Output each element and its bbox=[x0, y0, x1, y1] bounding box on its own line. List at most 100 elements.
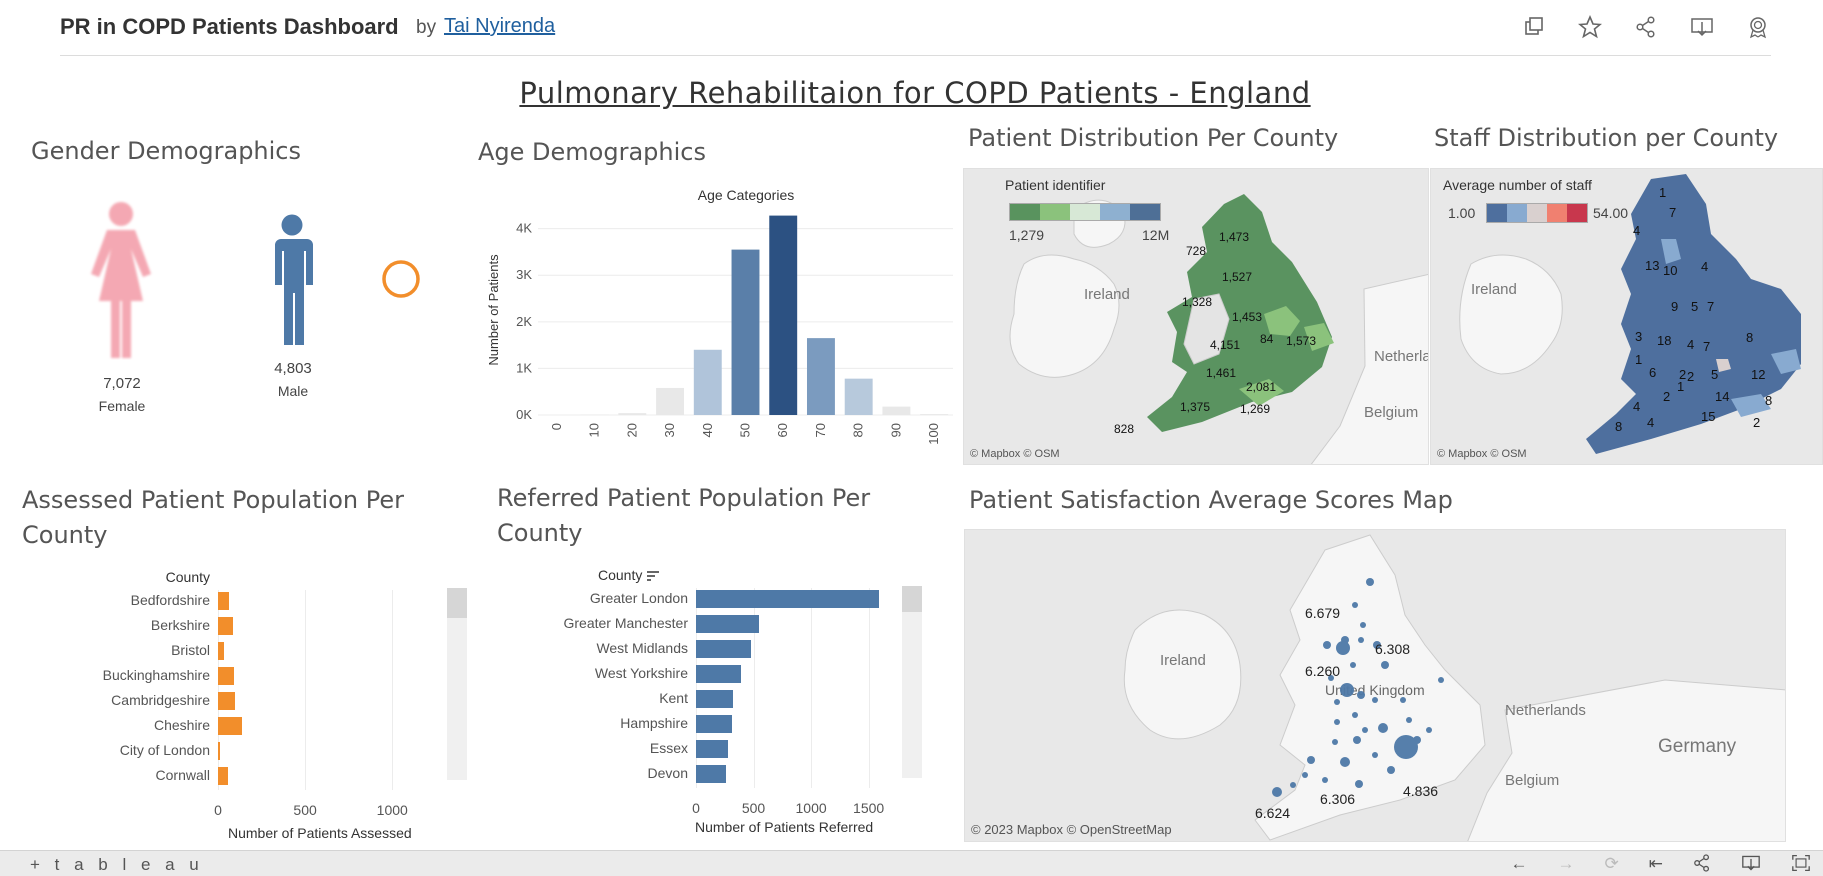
assessed-scroll-thumb[interactable] bbox=[447, 588, 467, 618]
staff-map-value-label: 8 bbox=[1615, 419, 1622, 434]
satisfaction-dot[interactable] bbox=[1378, 723, 1388, 733]
age-bar-60[interactable] bbox=[769, 215, 798, 415]
age-x-tick: 60 bbox=[775, 423, 790, 437]
county-bar[interactable] bbox=[696, 690, 733, 708]
satisfaction-dot[interactable] bbox=[1336, 641, 1350, 655]
age-bar-20[interactable] bbox=[618, 413, 647, 415]
satisfaction-dot[interactable] bbox=[1438, 677, 1444, 683]
satisfaction-dot[interactable] bbox=[1357, 691, 1365, 699]
reset-icon[interactable]: ⇤ bbox=[1649, 854, 1663, 876]
age-y-tick: 1K bbox=[516, 360, 532, 375]
other-gender-circle-icon bbox=[382, 260, 420, 298]
assessed-scrollbar[interactable] bbox=[447, 588, 467, 780]
satisfaction-dot[interactable] bbox=[1360, 622, 1366, 628]
author-link[interactable]: Tai Nyirenda bbox=[444, 15, 555, 38]
sort-icon[interactable] bbox=[646, 570, 660, 582]
share-icon[interactable] bbox=[1633, 14, 1659, 40]
staff-map-value-label: 3 bbox=[1635, 329, 1642, 344]
county-label: Berkshire bbox=[150, 617, 210, 633]
staff-distribution-map[interactable]: Ireland 1 7 4 13 10 4 9 5 7 3 18 4 7 8 1 6 2 2 5 12 14 1 2 8 4 15… bbox=[1430, 168, 1823, 465]
satisfaction-dot[interactable] bbox=[1400, 697, 1406, 703]
satisfaction-dot[interactable] bbox=[1334, 699, 1340, 705]
satisfaction-dot[interactable] bbox=[1352, 602, 1358, 608]
download-footer-icon[interactable] bbox=[1741, 854, 1761, 876]
county-bar[interactable] bbox=[218, 742, 220, 760]
badge-icon[interactable] bbox=[1745, 14, 1771, 40]
satisfaction-dot[interactable] bbox=[1290, 782, 1296, 788]
county-bar[interactable] bbox=[696, 590, 879, 608]
satisfaction-dot[interactable] bbox=[1358, 637, 1364, 643]
satisfaction-dot[interactable] bbox=[1372, 697, 1378, 703]
satisfaction-dot[interactable] bbox=[1302, 772, 1308, 778]
duplicate-icon[interactable] bbox=[1521, 14, 1547, 40]
satisfaction-scores-map[interactable]: Ireland Netherlands Germany Belgium Unit… bbox=[964, 529, 1786, 842]
county-bar[interactable] bbox=[696, 715, 732, 733]
header-toolbar bbox=[1521, 14, 1771, 40]
satisfaction-dot[interactable] bbox=[1307, 756, 1315, 764]
satisfaction-dot[interactable] bbox=[1340, 757, 1350, 767]
legend-swatch bbox=[1527, 204, 1547, 222]
satisfaction-dot[interactable] bbox=[1323, 641, 1331, 649]
patient-distribution-map[interactable]: Ireland Netherla Belgium 1,473 728 1,527… bbox=[963, 168, 1429, 465]
fullscreen-icon[interactable] bbox=[1791, 854, 1811, 876]
county-bar[interactable] bbox=[696, 740, 728, 758]
satisfaction-dot[interactable] bbox=[1355, 780, 1363, 788]
satisfaction-dot[interactable] bbox=[1334, 719, 1340, 725]
map-value-label: 1,527 bbox=[1222, 270, 1252, 284]
satisfaction-dot[interactable] bbox=[1372, 752, 1378, 758]
age-bar-100[interactable] bbox=[920, 414, 949, 415]
county-bar[interactable] bbox=[218, 717, 242, 735]
satisfaction-dot[interactable] bbox=[1426, 727, 1432, 733]
age-bar-90[interactable] bbox=[882, 406, 911, 415]
satisfaction-dot[interactable] bbox=[1350, 662, 1356, 668]
satisfaction-dot[interactable] bbox=[1366, 578, 1374, 586]
county-label: Cheshire bbox=[153, 717, 210, 733]
age-bar-50[interactable] bbox=[731, 249, 760, 415]
share-footer-icon[interactable] bbox=[1693, 854, 1711, 876]
satisfaction-dot[interactable] bbox=[1340, 683, 1354, 697]
map-value-label: 1,375 bbox=[1180, 400, 1210, 414]
county-bar[interactable] bbox=[218, 592, 230, 610]
county-bar[interactable] bbox=[218, 767, 228, 785]
satisfaction-dot[interactable] bbox=[1406, 717, 1412, 723]
staff-map-value-label: 15 bbox=[1701, 409, 1715, 424]
satisfaction-dot[interactable] bbox=[1394, 735, 1418, 759]
staff-map-value-label: 2 bbox=[1687, 369, 1694, 384]
age-bar-40[interactable] bbox=[693, 349, 722, 415]
revert-icon[interactable]: ⟳ bbox=[1605, 854, 1619, 876]
favorite-star-icon[interactable] bbox=[1577, 14, 1603, 40]
staff-map-credit: © Mapbox © OSM bbox=[1437, 448, 1527, 460]
legend-swatch bbox=[1487, 204, 1507, 222]
download-icon[interactable] bbox=[1689, 14, 1715, 40]
county-label: Bristol bbox=[171, 642, 210, 658]
satisfaction-dot[interactable] bbox=[1322, 777, 1328, 783]
undo-icon[interactable]: ← bbox=[1511, 854, 1528, 876]
county-bar[interactable] bbox=[218, 692, 235, 710]
satisfaction-dot[interactable] bbox=[1362, 727, 1368, 733]
county-bar[interactable] bbox=[218, 667, 234, 685]
satisfaction-dot[interactable] bbox=[1381, 661, 1389, 669]
patient-legend-scale bbox=[1009, 203, 1161, 221]
age-bar-30[interactable] bbox=[656, 387, 685, 415]
redo-icon[interactable]: → bbox=[1558, 854, 1575, 876]
satisfaction-score-label: 6.624 bbox=[1255, 805, 1290, 821]
satisfaction-dot[interactable] bbox=[1352, 712, 1358, 718]
age-bar-80[interactable] bbox=[844, 378, 873, 415]
satisfaction-dot[interactable] bbox=[1272, 787, 1282, 797]
county-bar[interactable] bbox=[696, 615, 759, 633]
county-bar[interactable] bbox=[696, 665, 742, 683]
patient-legend-title: Patient identifier bbox=[1005, 177, 1106, 193]
referred-section-title: Referred Patient Population Per County bbox=[497, 484, 871, 547]
county-bar[interactable] bbox=[696, 765, 726, 783]
county-bar[interactable] bbox=[218, 617, 233, 635]
county-bar[interactable] bbox=[696, 640, 752, 658]
age-bar-70[interactable] bbox=[806, 338, 835, 415]
satisfaction-dot[interactable] bbox=[1387, 766, 1395, 774]
satisfaction-dot[interactable] bbox=[1353, 736, 1361, 744]
satisfaction-dot[interactable] bbox=[1332, 739, 1338, 745]
ireland-place-label: Ireland bbox=[1471, 281, 1517, 298]
tableau-logo[interactable]: + t a b l e a u bbox=[30, 855, 204, 875]
referred-scroll-thumb[interactable] bbox=[902, 586, 922, 612]
referred-scrollbar[interactable] bbox=[902, 586, 922, 778]
county-bar[interactable] bbox=[218, 642, 225, 660]
